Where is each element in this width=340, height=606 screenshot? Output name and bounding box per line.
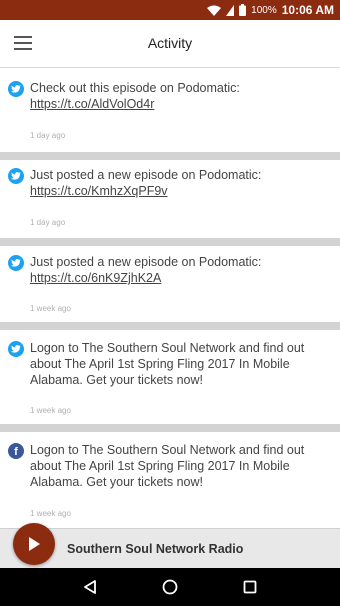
feed-item[interactable]: Just posted a new episode on Podomatic: … [0, 160, 340, 238]
feed-item-time: 1 day ago [30, 218, 66, 227]
activity-feed[interactable]: Check out this episode on Podomatic: htt… [0, 68, 340, 528]
facebook-icon: f [8, 443, 24, 459]
feed-item[interactable]: Just posted a new episode on Podomatic: … [0, 246, 340, 322]
twitter-icon [8, 341, 24, 357]
twitter-icon [8, 255, 24, 271]
back-button[interactable] [75, 572, 105, 602]
battery-percentage: 100% [251, 4, 277, 16]
feed-item[interactable]: Logon to The Southern Soul Network and f… [0, 330, 340, 424]
recents-icon [243, 580, 257, 594]
feed-item[interactable]: f Logon to The Southern Soul Network and… [0, 432, 340, 528]
twitter-icon [8, 168, 24, 184]
feed-item-link[interactable]: https://t.co/6nK9ZjhK2A [30, 271, 161, 285]
battery-icon [239, 4, 247, 16]
feed-item-time: 1 day ago [30, 131, 66, 140]
status-bar: 100% 10:06 AM [0, 0, 340, 20]
cellular-icon [226, 4, 235, 16]
divider [0, 424, 340, 432]
recents-button[interactable] [235, 572, 265, 602]
feed-item[interactable]: Check out this episode on Podomatic: htt… [0, 68, 340, 152]
feed-item-time: 1 week ago [30, 406, 71, 415]
app-bar: Activity [0, 20, 340, 68]
play-icon [29, 537, 40, 551]
feed-item-text: Check out this episode on Podomatic: htt… [30, 81, 240, 111]
back-icon [84, 580, 96, 594]
navigation-bar [0, 568, 340, 606]
status-icons: 100% 10:06 AM [207, 3, 334, 17]
feed-item-text: Just posted a new episode on Podomatic: … [30, 168, 262, 198]
home-icon [162, 579, 178, 595]
wifi-icon [207, 5, 222, 16]
home-button[interactable] [155, 572, 185, 602]
divider [0, 322, 340, 330]
feed-item-text: Just posted a new episode on Podomatic: … [30, 255, 262, 285]
feed-item-text: Logon to The Southern Soul Network and f… [30, 341, 305, 387]
feed-item-link[interactable]: https://t.co/KmhzXqPF9v [30, 184, 168, 198]
feed-item-time: 1 week ago [30, 304, 71, 313]
page-title: Activity [147, 35, 193, 51]
clock: 10:06 AM [281, 3, 334, 17]
feed-item-time: 1 week ago [30, 509, 71, 518]
station-name: Southern Soul Network Radio [67, 542, 244, 556]
twitter-icon [8, 81, 24, 97]
feed-item-text: Logon to The Southern Soul Network and f… [30, 443, 305, 489]
divider [0, 152, 340, 160]
divider [0, 238, 340, 246]
feed-item-link[interactable]: https://t.co/AldVolOd4r [30, 97, 154, 111]
play-button[interactable] [13, 523, 55, 565]
